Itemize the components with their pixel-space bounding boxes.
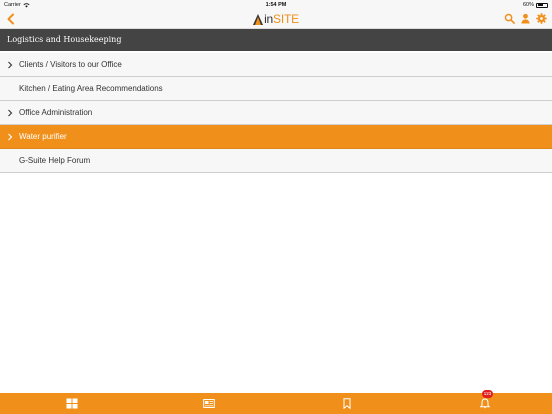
news-icon[interactable] [203,398,215,409]
chevron-right-icon [8,61,13,69]
nav-actions [504,13,547,24]
notification-badge: 123 [482,390,493,398]
gear-icon[interactable] [536,13,547,24]
search-icon[interactable] [504,13,515,24]
battery-percent: 60% [522,2,534,8]
list-item-label: Office Administration [19,108,93,117]
status-time: 1:54 PM [265,2,287,8]
list-item[interactable]: Kitchen / Eating Area Recommendations [0,77,552,101]
chevron-right-icon [8,133,13,141]
list-item[interactable]: Water purifier [0,125,552,149]
list-item-label: Clients / Visitors to our Office [19,60,122,69]
logo-mark-icon [253,13,264,25]
user-icon[interactable] [520,13,531,24]
nav-bar: inSITE [0,10,552,29]
battery-icon [536,2,548,8]
tab-bar: 123 [0,390,552,414]
list-item[interactable]: Office Administration [0,101,552,125]
list-item-label: G-Suite Help Forum [19,156,91,165]
list-item-label: Kitchen / Eating Area Recommendations [19,84,163,93]
list-item-label: Water purifier [19,132,67,141]
bookmark-icon[interactable] [341,398,353,409]
logo-prefix: in [264,12,274,26]
category-list: Clients / Visitors to our Office Kitchen … [0,53,552,173]
chevron-right-icon [8,109,13,117]
section-header: Logistics and Housekeeping [0,29,552,51]
logo-suffix: SITE [273,12,299,26]
bell-icon[interactable] [479,398,491,409]
list-item[interactable]: Clients / Visitors to our Office [0,53,552,77]
status-bar: Carrier 1:54 PM 60% [0,0,552,10]
logo-text: inSITE [264,12,299,26]
app-logo: inSITE [0,12,552,26]
battery-fill [537,4,544,6]
grid-icon[interactable] [66,398,78,409]
list-item[interactable]: G-Suite Help Forum [0,149,552,173]
battery-info: 60% [523,2,548,8]
